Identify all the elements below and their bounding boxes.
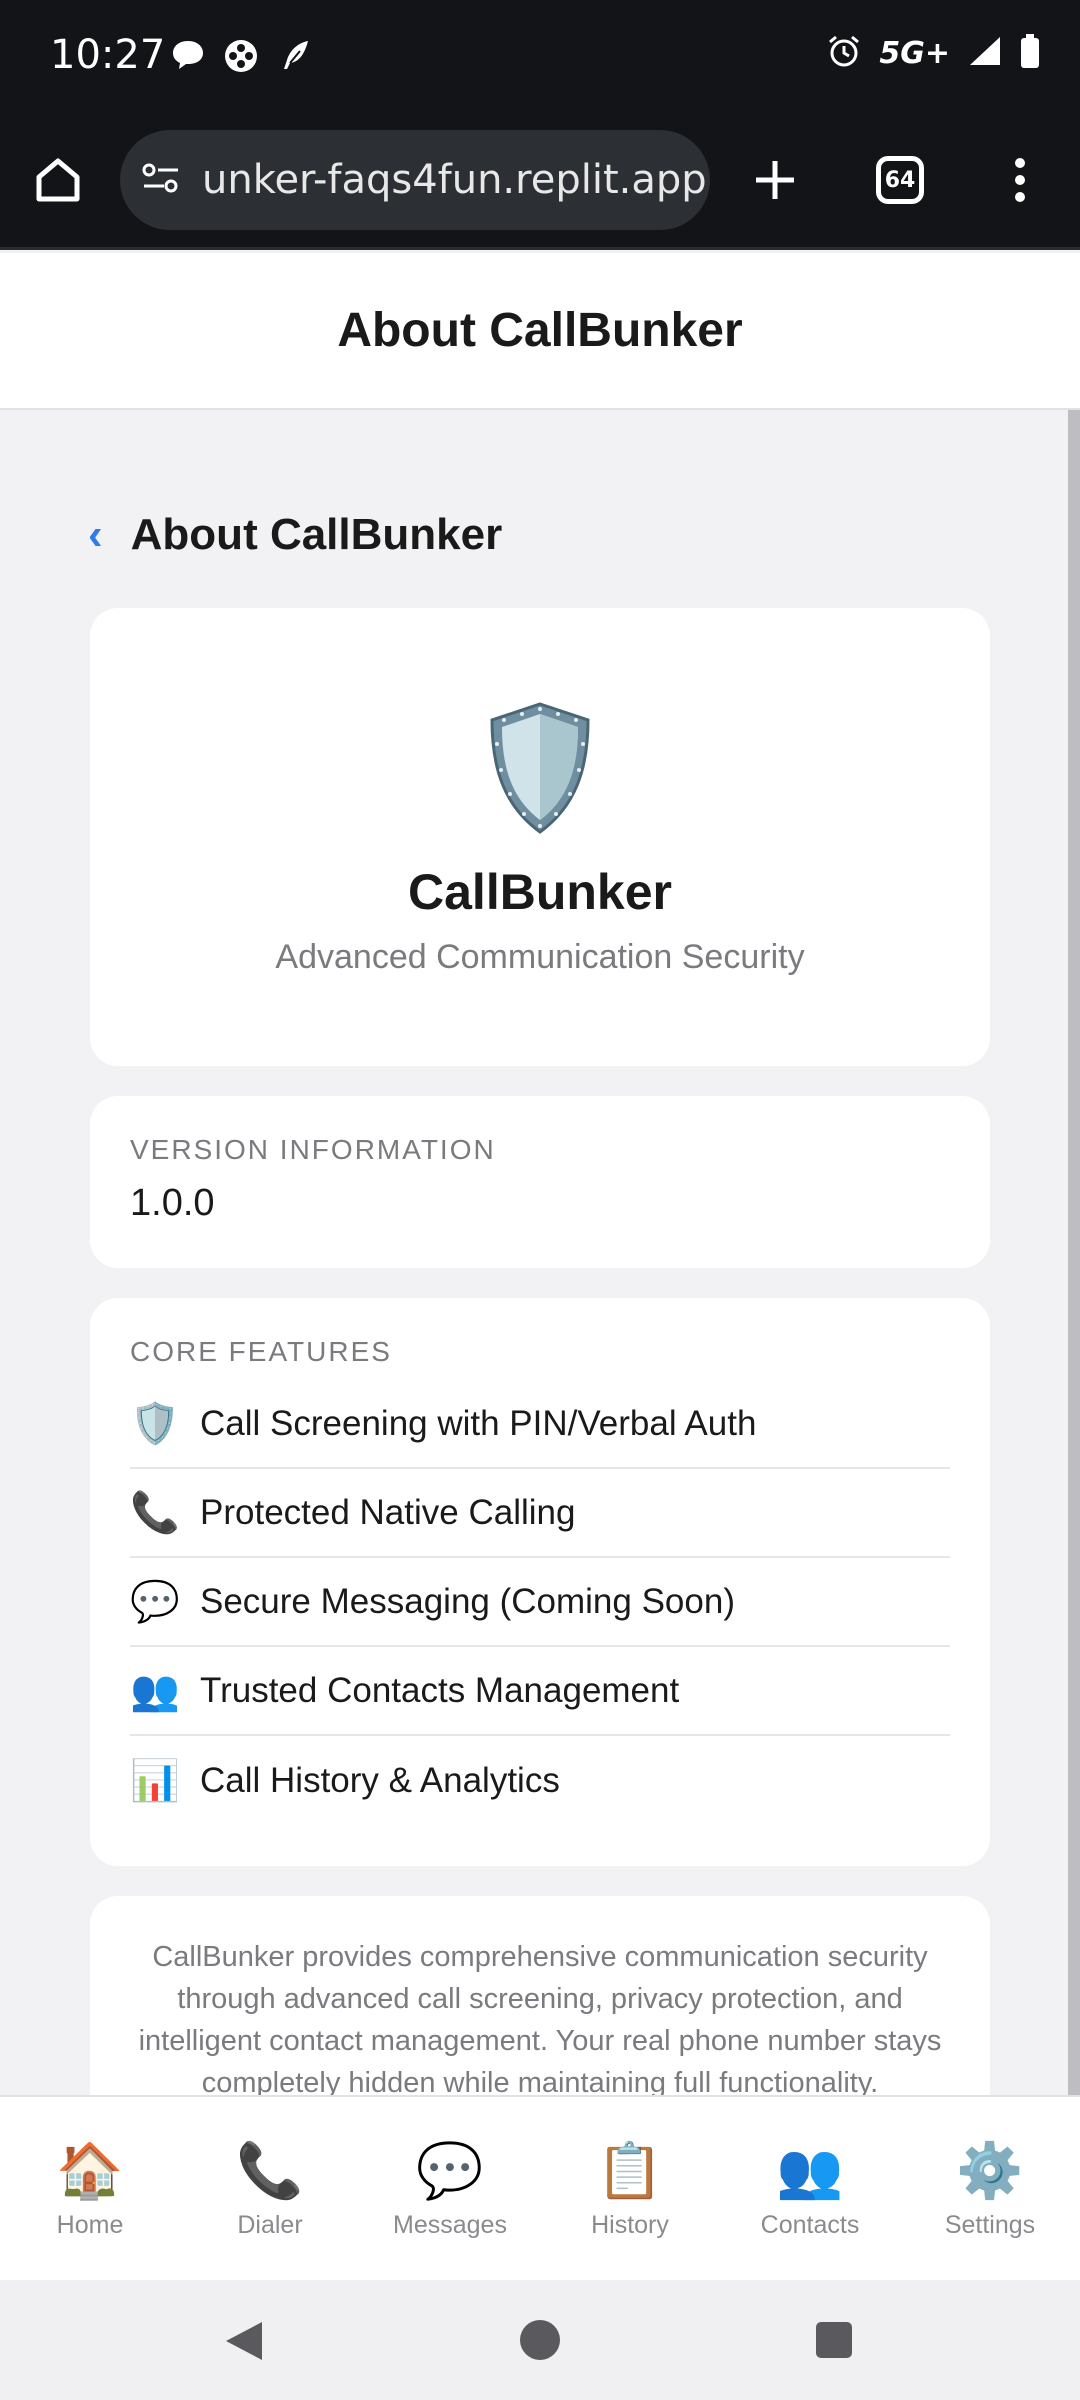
home-icon (36, 158, 80, 202)
clipboard-icon: 📋 (596, 2141, 664, 2201)
home-circle-icon[interactable] (518, 2318, 562, 2367)
feature-text: Call History & Analytics (200, 1760, 560, 1800)
more-vertical-icon (1015, 158, 1025, 202)
people-icon: 👥 (776, 2141, 844, 2201)
home-button[interactable] (28, 150, 88, 210)
bar-chart-icon: 📊 (130, 1759, 180, 1803)
nav-item-contacts[interactable]: 👥 Contacts (720, 2097, 900, 2280)
bottom-nav: 🏠 Home 📞 Dialer 💬 Messages 📋 History 👥 C… (0, 2095, 1080, 2280)
house-icon: 🏠 (56, 2141, 124, 2201)
features-label: CORE FEATURES (130, 1336, 392, 1367)
app-name: CallBunker (408, 864, 672, 920)
alarm-icon (827, 34, 861, 73)
site-settings-icon[interactable] (140, 158, 182, 203)
nav-label: Home (56, 2211, 124, 2239)
chat-notification-icon (170, 38, 206, 77)
speech-bubble-icon: 💬 (416, 2141, 484, 2201)
url-text: unker-faqs4fun.replit.app (202, 157, 707, 203)
browser-toolbar: unker-faqs4fun.replit.app 64 (0, 110, 1080, 250)
address-bar[interactable]: unker-faqs4fun.replit.app (120, 130, 710, 230)
nav-item-dialer[interactable]: 📞 Dialer (180, 2097, 360, 2280)
recents-square-icon[interactable] (814, 2320, 854, 2365)
features-card: CORE FEATURES 🛡️ Call Screening with PIN… (90, 1298, 990, 1866)
app-tagline: Advanced Communication Security (275, 938, 805, 976)
nav-item-messages[interactable]: 💬 Messages (360, 2097, 540, 2280)
nav-item-history[interactable]: 📋 History (540, 2097, 720, 2280)
page-title: About CallBunker (337, 304, 743, 357)
nav-item-home[interactable]: 🏠 Home (0, 2097, 180, 2280)
about-description-card: CallBunker provides comprehensive commun… (90, 1896, 990, 2095)
phone-icon: 📞 (130, 1491, 180, 1535)
tab-count: 64 (876, 156, 924, 204)
shield-icon: 🛡️ (130, 1402, 180, 1446)
phone-icon: 📞 (236, 2141, 304, 2201)
features-list: 🛡️ Call Screening with PIN/Verbal Auth 📞… (130, 1380, 950, 1825)
status-bar: 10:27 5G+ (0, 0, 1080, 110)
new-tab-button[interactable] (745, 150, 805, 210)
feature-text: Protected Native Calling (200, 1492, 576, 1532)
page-header: About CallBunker (0, 253, 1080, 410)
status-right-group: 5G+ (827, 34, 1040, 73)
subheader-title: About CallBunker (130, 510, 503, 559)
tab-switcher-button[interactable]: 64 (870, 150, 930, 210)
browser-menu-button[interactable] (990, 150, 1050, 210)
feature-text: Secure Messaging (Coming Soon) (200, 1581, 735, 1621)
nav-item-settings[interactable]: ⚙️ Settings (900, 2097, 1080, 2280)
nav-label: History (591, 2211, 669, 2239)
back-triangle-icon[interactable] (222, 2318, 266, 2369)
gear-icon: ⚙️ (956, 2141, 1024, 2201)
nav-label: Settings (944, 2211, 1036, 2239)
scrollbar[interactable] (1068, 410, 1080, 2095)
network-type: 5G+ (879, 36, 950, 71)
list-item: 👥 Trusted Contacts Management (130, 1647, 950, 1736)
list-item: 🛡️ Call Screening with PIN/Verbal Auth (130, 1380, 950, 1469)
nav-label: Messages (393, 2211, 507, 2239)
version-value: 1.0.0 (130, 1182, 215, 1224)
feature-text: Call Screening with PIN/Verbal Auth (200, 1403, 757, 1443)
speech-bubble-icon: 💬 (130, 1580, 180, 1624)
list-item: 💬 Secure Messaging (Coming Soon) (130, 1558, 950, 1647)
signal-icon (968, 35, 1002, 72)
nav-label: Contacts (760, 2211, 860, 2239)
people-icon: 👥 (130, 1669, 180, 1713)
plus-icon (756, 161, 794, 199)
nav-label: Dialer (237, 2211, 303, 2239)
list-item: 📞 Protected Native Calling (130, 1469, 950, 1558)
back-chevron-icon[interactable]: ‹ (88, 510, 103, 560)
list-item: 📊 Call History & Analytics (130, 1736, 950, 1825)
feature-text: Trusted Contacts Management (200, 1670, 680, 1710)
about-text: CallBunker provides comprehensive commun… (138, 1941, 942, 2095)
game-controller-icon (222, 38, 260, 79)
status-time: 10:27 (50, 32, 166, 78)
battery-icon (1020, 34, 1040, 73)
subheader: ‹ About CallBunker (88, 510, 502, 560)
version-card: VERSION INFORMATION 1.0.0 (90, 1096, 990, 1268)
shield-logo-icon (480, 698, 600, 843)
version-label: VERSION INFORMATION (130, 1134, 496, 1165)
app-info-card: CallBunker Advanced Communication Securi… (90, 608, 990, 1066)
content-area: ‹ About CallBunker CallBunker Advanced C… (0, 410, 1068, 2095)
system-nav-bar (0, 2280, 1080, 2400)
feather-icon (280, 38, 312, 77)
